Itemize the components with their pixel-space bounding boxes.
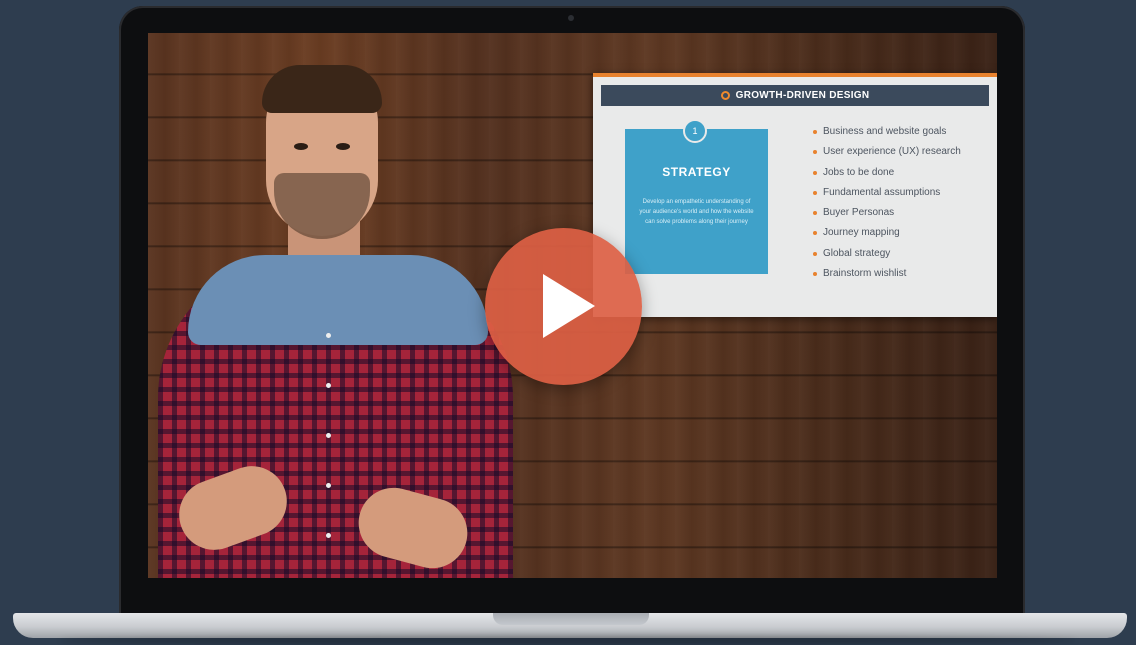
list-item-label: Business and website goals [823,126,947,137]
bullet-dot-icon [813,231,817,236]
bullet-dot-icon [813,272,817,277]
laptop-shadow [60,636,1076,645]
bullet-dot-icon [813,170,817,175]
shirt-button [326,533,331,538]
list-item: Journey mapping [813,226,961,246]
shirt-button [326,483,331,488]
list-item-label: Fundamental assumptions [823,186,941,198]
shirt-button [326,433,331,438]
bullet-dot-icon [813,190,817,195]
list-item-label: Global strategy [823,247,891,259]
list-item: User experience (UX) research [813,145,961,165]
slide-header: GROWTH-DRIVEN DESIGN [601,85,989,106]
strategy-card-description: Develop an empathetic understanding of y… [639,199,754,225]
presenter-eye-left [294,143,308,150]
list-item: Jobs to be done [813,166,961,186]
play-icon [543,274,595,338]
shirt-button [326,333,331,338]
bullet-dot-icon [813,211,817,216]
list-item: Business and website goals [813,125,961,145]
list-item-label: Buyer Personas [823,207,895,219]
play-button[interactable] [485,228,642,385]
strategy-bullet-list: Business and website goals User experien… [813,125,961,287]
camera-dot [568,15,574,21]
list-item: Buyer Personas [813,206,961,226]
shirt-button [326,383,331,388]
list-item-label: Jobs to be done [823,166,895,178]
list-item: Global strategy [813,247,961,267]
step-number-badge: 1 [683,119,707,143]
laptop-opening-notch [493,613,649,625]
strategy-card: 1 STRATEGY Develop an empathetic underst… [625,119,768,274]
presenter-hair [262,65,382,113]
bullet-dot-icon [813,130,817,134]
slide-header-title: GROWTH-DRIVEN DESIGN [735,90,870,101]
presenter-shirt-yoke [188,255,488,345]
list-item-label: Journey mapping [823,227,900,239]
strategy-card-title: STRATEGY [662,165,731,179]
presenter-eye-right [336,143,350,150]
sprocket-logo-icon [720,91,730,100]
bullet-dot-icon [813,251,817,256]
list-item-label: Brainstorm wishlist [823,268,907,280]
bullet-dot-icon [813,150,817,155]
presentation-slide: GROWTH-DRIVEN DESIGN 1 STRATEGY Develop … [593,73,997,317]
list-item-label: User experience (UX) research [823,146,961,158]
list-item: Brainstorm wishlist [813,267,961,287]
list-item: Fundamental assumptions [813,186,961,206]
